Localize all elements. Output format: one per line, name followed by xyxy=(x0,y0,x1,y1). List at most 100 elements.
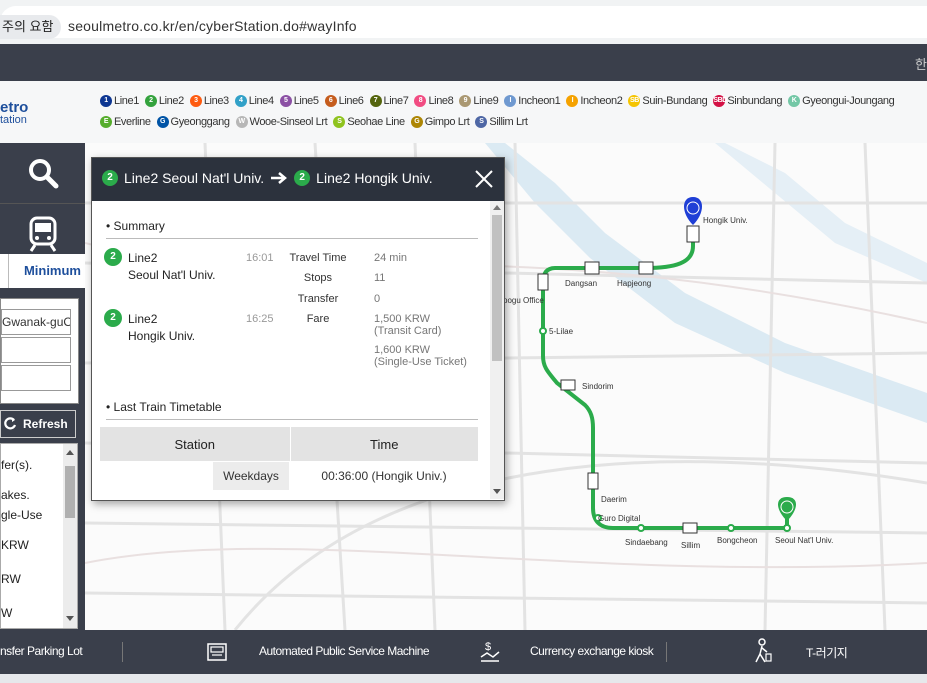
facility-bar: nsfer Parking Lot Automated Public Servi… xyxy=(0,630,927,674)
label-daerim: Daerim xyxy=(601,495,627,504)
line-badge-icon: SBD xyxy=(713,95,727,107)
line-legend-item-gyeonggang[interactable]: G Gyeonggang xyxy=(156,116,230,128)
to-title: Line2 Hongik Univ. xyxy=(316,170,433,186)
line-legend-item-line5[interactable]: 5 Line5 xyxy=(279,95,319,107)
line-legend-item-line7[interactable]: 7 Line7 xyxy=(369,95,409,107)
destination-line-badge: 2 xyxy=(104,309,122,327)
station-bongcheon[interactable] xyxy=(727,524,735,532)
divider xyxy=(106,238,478,239)
station-hapjeong[interactable] xyxy=(638,261,654,275)
service-machine-item[interactable]: Automated Public Service Machine xyxy=(259,644,430,658)
lines-row-2: E Everline G Gyeonggang W Wooe-Sinseol Lrt S Se… xyxy=(100,116,528,128)
line-legend-item-wooe-sinseol-lrt[interactable]: W Wooe-Sinseol Lrt xyxy=(235,116,328,128)
line-legend-item-incheon1[interactable]: I Incheon1 xyxy=(504,95,561,107)
destination-station: Hongik Univ. xyxy=(128,329,196,343)
list-scroll-thumb[interactable] xyxy=(65,466,75,518)
line-badge-icon: 5 xyxy=(279,95,292,107)
station-snu[interactable] xyxy=(783,524,791,532)
browser-address-bar: 주의 요함 seoulmetro.co.kr/en/cyberStation.d… xyxy=(0,0,927,44)
station-sindaebang[interactable] xyxy=(637,524,645,532)
col-station: Station xyxy=(100,427,291,461)
line-legend-item-seohae-line[interactable]: S Seohae Line xyxy=(333,116,405,128)
close-icon[interactable] xyxy=(472,167,496,191)
station-inputs-panel: Gwanak-guOf xyxy=(0,298,79,404)
stops-value: 11 xyxy=(374,272,386,284)
route-popup: 2 Line2 Seoul Nat'l Univ. 2 Line2 Hongik… xyxy=(91,157,505,501)
line-badge-icon: I xyxy=(566,95,579,107)
label-hongik: Hongik Univ. xyxy=(703,216,748,225)
transfer-value: 0 xyxy=(374,293,381,305)
popup-title: 2 Line2 Seoul Nat'l Univ. 2 Line2 Hongik… xyxy=(102,170,433,186)
line-label: Incheon2 xyxy=(580,95,623,107)
station-sindorim[interactable] xyxy=(560,379,576,391)
station-yeongdeungpo[interactable] xyxy=(537,273,549,291)
line-legend-item-incheon2[interactable]: I Incheon2 xyxy=(566,95,623,107)
popup-scrollbar[interactable] xyxy=(490,201,504,499)
from-station-input[interactable]: Gwanak-guOf xyxy=(1,309,71,335)
line-label: Suin-Bundang xyxy=(642,95,708,107)
line-legend-item-line9[interactable]: 9 Line9 xyxy=(459,95,499,107)
lines-row-1: 1 Line1 2 Line2 3 Line3 4 Line4 5 Line5 6 Line6 7 Lin… xyxy=(100,95,895,107)
line-badge-icon: G xyxy=(410,116,423,128)
via-station-input[interactable] xyxy=(1,365,71,391)
line-legend-item-line4[interactable]: 4 Line4 xyxy=(234,95,274,107)
station-mullae[interactable] xyxy=(539,327,547,335)
list-scrollbar[interactable] xyxy=(63,444,77,628)
scroll-up-icon[interactable] xyxy=(493,205,501,210)
station-hongik[interactable] xyxy=(686,225,700,243)
line2-badge: 2 xyxy=(294,170,311,186)
line-legend-item-line8[interactable]: 8 Line8 xyxy=(414,95,454,107)
parking-lot-item[interactable]: nsfer Parking Lot xyxy=(0,644,83,658)
station-sillim[interactable] xyxy=(682,522,698,534)
label-snu: Seoul Nat'l Univ. xyxy=(775,536,833,545)
line-badge-icon: 2 xyxy=(144,95,157,107)
line-badge-icon: G xyxy=(156,116,169,128)
scroll-up-icon[interactable] xyxy=(66,450,74,455)
t-luggage-item[interactable]: T-러기지 xyxy=(806,644,848,661)
fare-card-note: (Transit Card) xyxy=(374,325,442,337)
line-legend-item-line3[interactable]: 3 Line3 xyxy=(189,95,229,107)
address-pill[interactable]: 주의 요함 seoulmetro.co.kr/en/cyberStation.d… xyxy=(0,6,927,39)
line-legend-item-sinbundang[interactable]: SBD Sinbundang xyxy=(713,95,782,107)
refresh-button[interactable]: Refresh xyxy=(0,410,76,438)
label-dangsan: Dangsan xyxy=(565,279,597,288)
line-legend-item-gimpo-lrt[interactable]: G Gimpo Lrt xyxy=(410,116,470,128)
river-branch xyxy=(715,143,927,283)
currency-exchange-item[interactable]: Currency exchange kiosk xyxy=(530,644,654,658)
scroll-down-icon[interactable] xyxy=(66,616,74,621)
list-item: KRW xyxy=(1,538,29,552)
popup-scroll-thumb[interactable] xyxy=(492,215,502,361)
line-badge-icon: 4 xyxy=(234,95,247,107)
site-top-bar: 한 xyxy=(0,44,927,81)
destination-pin-icon[interactable] xyxy=(684,197,702,225)
weekday-cell: Weekdays xyxy=(213,462,289,490)
scroll-down-icon[interactable] xyxy=(493,489,501,494)
line-label: Gyeongui-Joungang xyxy=(802,95,895,107)
label-sillim: Sillim xyxy=(681,541,700,550)
url-text[interactable]: seoulmetro.co.kr/en/cyberStation.do#wayI… xyxy=(68,18,357,34)
search-button[interactable] xyxy=(0,143,85,204)
line-legend-item-suin-bundang[interactable]: SB Suin-Bundang xyxy=(628,95,708,107)
line-legend-item-line6[interactable]: 6 Line6 xyxy=(324,95,364,107)
line-legend-item-sillim-lrt[interactable]: S Sillim Lrt xyxy=(475,116,528,128)
language-toggle[interactable]: 한 xyxy=(915,54,927,73)
luggage-person-icon xyxy=(755,638,772,663)
origin-pin-icon[interactable] xyxy=(778,497,796,521)
minimum-tab[interactable]: Minimum xyxy=(0,254,85,288)
line-legend-item-line1[interactable]: 1 Line1 xyxy=(100,95,139,107)
destination-time: 16:25 xyxy=(246,313,274,325)
to-station-input[interactable] xyxy=(1,337,71,363)
station-dangsan[interactable] xyxy=(584,261,600,275)
station-markers xyxy=(537,225,791,534)
route-detail-list: fer(s). akes. gle-Use KRW RW W xyxy=(0,443,78,629)
list-item: gle-Use xyxy=(1,508,43,522)
line-legend-item-gyeongui-joungang[interactable]: K Gyeongui-Joungang xyxy=(788,95,895,107)
line-legend-item-line2[interactable]: 2 Line2 xyxy=(144,95,184,107)
security-warning-badge[interactable]: 주의 요함 xyxy=(0,15,62,39)
line-badge-icon: K xyxy=(788,95,801,107)
service-machine-icon xyxy=(207,643,227,661)
station-daerim[interactable] xyxy=(587,472,599,490)
line-legend-item-everline[interactable]: E Everline xyxy=(100,116,151,128)
line-badge-icon: S xyxy=(475,116,488,128)
list-item: W xyxy=(1,606,13,620)
